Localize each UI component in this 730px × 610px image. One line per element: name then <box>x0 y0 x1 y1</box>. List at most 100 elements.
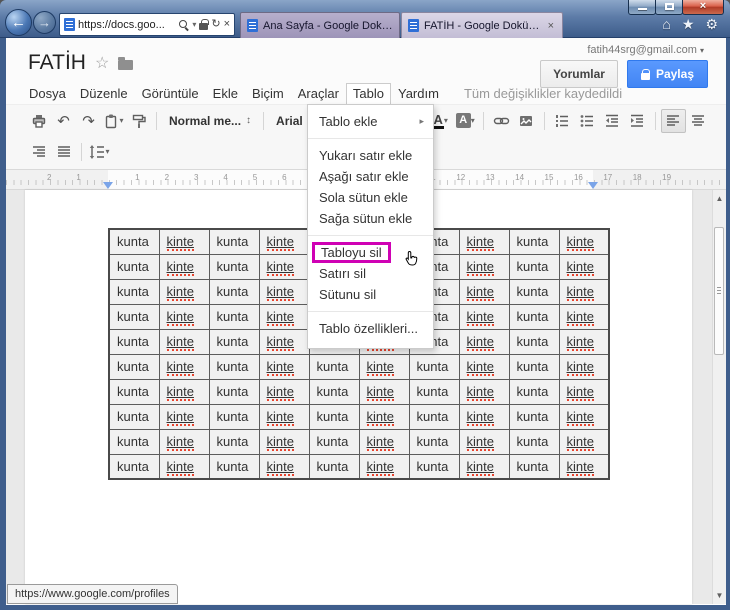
font-dropdown[interactable]: Arial <box>269 114 310 128</box>
table-cell[interactable]: kinte <box>258 303 310 330</box>
table-cell[interactable]: kunta <box>108 278 160 305</box>
star-document-icon[interactable]: ☆ <box>95 53 109 73</box>
table-cell[interactable]: kinte <box>258 353 310 380</box>
menu-item-tablo-ekle[interactable]: Tablo ekle ▸ <box>308 111 433 132</box>
table-cell[interactable]: kinte <box>458 378 510 405</box>
table-cell[interactable]: kinte <box>158 228 210 255</box>
table-cell[interactable]: kunta <box>408 353 460 380</box>
account-menu[interactable]: fatih44srg@gmail.com ▾ <box>587 44 704 56</box>
styles-dropdown[interactable]: Normal me... ↕ <box>162 114 258 128</box>
table-cell[interactable]: kinte <box>258 228 310 255</box>
home-icon[interactable]: ⌂ <box>662 16 670 33</box>
forward-button[interactable]: → <box>33 11 56 34</box>
table-cell[interactable]: kinte <box>558 453 610 480</box>
table-cell[interactable]: kinte <box>458 453 510 480</box>
scroll-up-icon[interactable]: ▲ <box>713 194 726 203</box>
stop-icon[interactable]: × <box>224 19 230 30</box>
table-cell[interactable]: kunta <box>408 428 460 455</box>
menu-yardım[interactable]: Yardım <box>391 84 446 103</box>
table-cell[interactable]: kinte <box>258 378 310 405</box>
table-cell[interactable]: kunta <box>108 328 160 355</box>
table-cell[interactable]: kinte <box>358 453 410 480</box>
paste-button[interactable]: ▾ <box>101 109 126 133</box>
document-title[interactable]: FATİH <box>28 51 86 75</box>
table-cell[interactable]: kunta <box>508 403 560 430</box>
table-cell[interactable]: kinte <box>358 353 410 380</box>
table-cell[interactable]: kinte <box>358 378 410 405</box>
search-icon[interactable] <box>179 19 189 30</box>
menu-item-sola-sütun-ekle[interactable]: Sola sütun ekle <box>308 187 433 208</box>
table-cell[interactable]: kunta <box>108 253 160 280</box>
menu-araçlar[interactable]: Araçlar <box>291 84 346 103</box>
folder-icon[interactable] <box>118 56 134 70</box>
table-cell[interactable]: kunta <box>508 278 560 305</box>
menu-tablo[interactable]: Tablo <box>345 82 391 104</box>
scrollbar-thumb[interactable] <box>714 227 724 355</box>
table-cell[interactable]: kinte <box>558 403 610 430</box>
close-button[interactable]: × <box>682 0 724 15</box>
table-cell[interactable]: kinte <box>558 278 610 305</box>
menu-item-tablo-özellikleri[interactable]: Tablo özellikleri... <box>308 318 433 339</box>
scroll-down-icon[interactable]: ▼ <box>713 591 726 600</box>
print-button[interactable] <box>26 109 51 133</box>
table-cell[interactable]: kinte <box>258 328 310 355</box>
decrease-indent-button[interactable] <box>600 109 625 133</box>
table-cell[interactable]: kinte <box>558 378 610 405</box>
table-cell[interactable]: kunta <box>208 453 260 480</box>
table-cell[interactable]: kunta <box>208 303 260 330</box>
refresh-icon[interactable]: ↻ <box>211 19 220 30</box>
highlight-color-button[interactable]: A ▾ <box>453 109 478 133</box>
table-cell[interactable]: kinte <box>158 378 210 405</box>
table-cell[interactable]: kinte <box>558 353 610 380</box>
table-cell[interactable]: kinte <box>458 328 510 355</box>
table-cell[interactable]: kunta <box>108 428 160 455</box>
align-center-button[interactable] <box>686 109 711 133</box>
vertical-scrollbar[interactable]: ▲ ▼ <box>712 190 726 604</box>
table-cell[interactable]: kunta <box>508 328 560 355</box>
menu-ekle[interactable]: Ekle <box>206 84 245 103</box>
right-margin-marker[interactable] <box>588 182 598 189</box>
minimize-button[interactable] <box>628 0 656 15</box>
menu-item-yukarı-satır-ekle[interactable]: Yukarı satır ekle <box>308 145 433 166</box>
table-cell[interactable]: kinte <box>258 403 310 430</box>
table-cell[interactable]: kunta <box>508 428 560 455</box>
table-cell[interactable]: kinte <box>258 453 310 480</box>
table-cell[interactable]: kunta <box>308 378 360 405</box>
table-cell[interactable]: kunta <box>508 228 560 255</box>
table-cell[interactable]: kinte <box>158 328 210 355</box>
favorites-star-icon[interactable]: ★ <box>682 16 695 33</box>
table-cell[interactable]: kunta <box>308 353 360 380</box>
menu-görüntüle[interactable]: Görüntüle <box>135 84 206 103</box>
table-cell[interactable]: kinte <box>558 328 610 355</box>
table-cell[interactable]: kunta <box>408 403 460 430</box>
align-left-button[interactable] <box>660 108 686 133</box>
table-cell[interactable]: kinte <box>458 303 510 330</box>
table-cell[interactable]: kinte <box>158 403 210 430</box>
table-cell[interactable]: kinte <box>358 428 410 455</box>
table-cell[interactable]: kunta <box>208 403 260 430</box>
table-cell[interactable]: kunta <box>508 253 560 280</box>
security-lock-icon[interactable] <box>199 19 209 30</box>
table-cell[interactable]: kunta <box>108 353 160 380</box>
table-cell[interactable]: kunta <box>408 378 460 405</box>
menu-item-tabloyu-sil[interactable]: Tabloyu sil <box>308 242 433 266</box>
address-text[interactable]: https://docs.goo... <box>78 19 176 31</box>
table-cell[interactable]: kinte <box>458 278 510 305</box>
table-cell[interactable]: kinte <box>158 278 210 305</box>
bulleted-list-button[interactable] <box>575 109 600 133</box>
table-cell[interactable]: kinte <box>458 228 510 255</box>
tab-close-icon[interactable]: × <box>546 20 556 32</box>
table-cell[interactable]: kunta <box>208 328 260 355</box>
table-cell[interactable]: kinte <box>258 428 310 455</box>
table-cell[interactable]: kunta <box>308 403 360 430</box>
table-cell[interactable]: kunta <box>508 453 560 480</box>
table-cell[interactable]: kinte <box>258 278 310 305</box>
increase-indent-button[interactable] <box>625 109 650 133</box>
address-bar[interactable]: https://docs.goo... ▾ ↻ × <box>59 13 235 36</box>
table-cell[interactable]: kinte <box>458 353 510 380</box>
table-cell[interactable]: kinte <box>558 303 610 330</box>
table-cell[interactable]: kunta <box>208 378 260 405</box>
table-cell[interactable]: kinte <box>158 353 210 380</box>
table-cell[interactable]: kunta <box>508 378 560 405</box>
gear-icon[interactable]: ⚙ <box>705 16 718 33</box>
